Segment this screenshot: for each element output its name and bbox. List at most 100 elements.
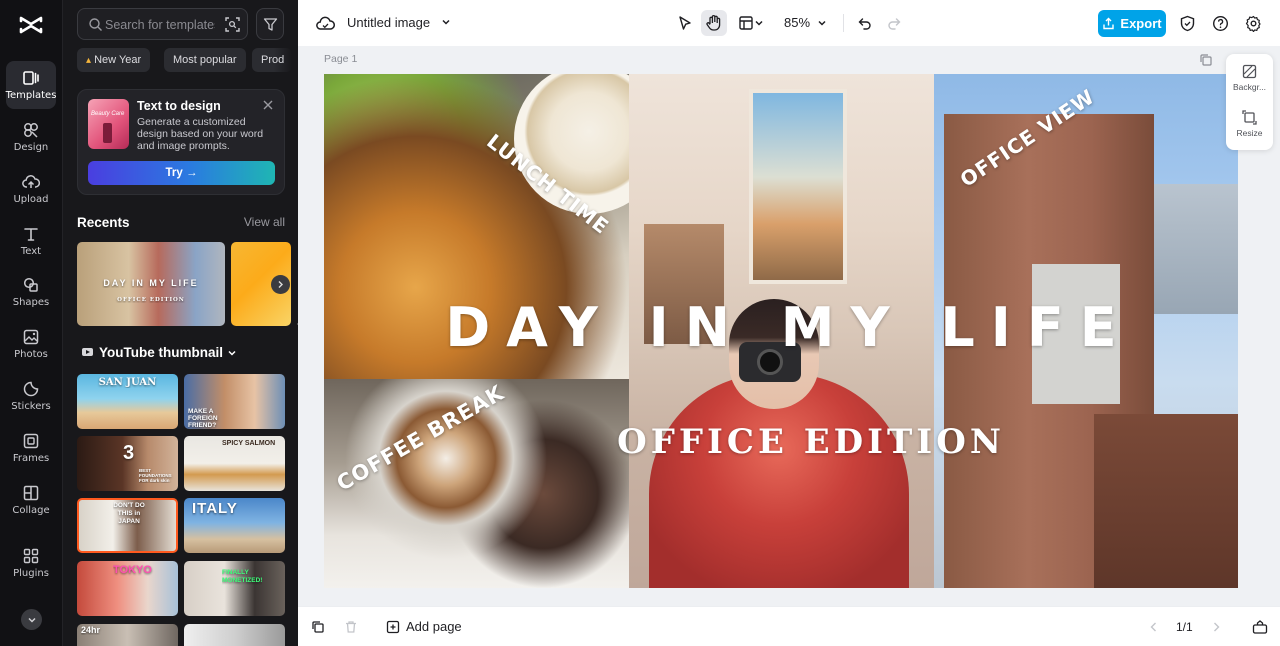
add-page-button[interactable]: Add page bbox=[386, 619, 462, 634]
template-tile[interactable]: MAKE A FOREIGN FRIEND? bbox=[184, 374, 285, 429]
resize-tool[interactable]: Resize bbox=[1226, 110, 1273, 138]
rail-item-frames[interactable]: Frames bbox=[6, 424, 56, 472]
template-caption: 3 bbox=[123, 442, 135, 464]
category-dropdown[interactable]: YouTube thumbnail bbox=[99, 345, 237, 360]
search-input[interactable]: Search for templates bbox=[105, 18, 215, 32]
stickers-icon bbox=[23, 381, 39, 397]
rail-item-templates[interactable]: Templates bbox=[6, 61, 56, 109]
template-tile[interactable]: SAN JUAN bbox=[77, 374, 178, 429]
promo-description: Generate a customized design based on yo… bbox=[137, 116, 264, 152]
subheadline-text[interactable]: OFFICE EDITION bbox=[324, 422, 1238, 462]
category-title: YouTube thumbnail bbox=[99, 345, 223, 360]
document-title[interactable]: Untitled image bbox=[347, 15, 451, 30]
rail-item-design[interactable]: Design bbox=[6, 113, 56, 161]
undo-button[interactable] bbox=[855, 13, 875, 33]
background-tool[interactable]: Backgr... bbox=[1226, 64, 1273, 92]
chevron-down-icon bbox=[442, 19, 450, 25]
hand-tool-button[interactable] bbox=[701, 10, 727, 36]
template-caption: 24hr bbox=[81, 625, 101, 635]
rail-item-shapes[interactable]: Shapes bbox=[6, 268, 56, 316]
template-tile[interactable]: SPICY SALMON bbox=[184, 436, 285, 491]
gear-icon bbox=[1245, 15, 1261, 32]
rail-item-label: Collage bbox=[12, 505, 50, 516]
shield-icon bbox=[1180, 15, 1194, 31]
template-caption: DON'T DO THIS in JAPAN bbox=[113, 502, 145, 525]
template-tile[interactable] bbox=[184, 624, 285, 646]
pages-panel-icon[interactable] bbox=[1252, 619, 1268, 635]
frames-icon bbox=[23, 433, 39, 449]
recents-next-button[interactable] bbox=[271, 275, 290, 294]
export-icon bbox=[1103, 17, 1115, 30]
template-caption: MAKE A FOREIGN FRIEND? bbox=[188, 408, 218, 429]
plugins-icon bbox=[23, 548, 39, 564]
filter-button[interactable] bbox=[256, 8, 284, 40]
chip-label: Prod bbox=[261, 54, 285, 66]
redo-icon bbox=[888, 18, 901, 30]
layout-dropdown[interactable] bbox=[753, 13, 765, 33]
search-icon bbox=[89, 18, 102, 31]
add-page-label: Add page bbox=[406, 619, 462, 634]
photos-icon bbox=[23, 329, 39, 345]
filter-icon bbox=[263, 17, 277, 31]
chip-prod[interactable]: Prod bbox=[252, 48, 292, 72]
chevron-down-icon bbox=[755, 20, 763, 26]
export-label: Export bbox=[1120, 16, 1162, 31]
recent-template-day-in-my-life[interactable]: DAY IN MY LIFE OFFICE EDITION bbox=[77, 242, 225, 326]
rail-item-plugins[interactable]: Plugins bbox=[6, 539, 56, 587]
rail-item-collage[interactable]: Collage bbox=[6, 476, 56, 524]
collage-icon bbox=[23, 485, 39, 501]
previous-page-icon[interactable] bbox=[1148, 621, 1160, 633]
rail-item-text[interactable]: Text bbox=[6, 217, 56, 265]
template-tile[interactable]: ITALY bbox=[184, 498, 285, 553]
duplicate-page-icon[interactable] bbox=[1199, 53, 1213, 67]
redo-button[interactable] bbox=[884, 13, 904, 33]
shield-button[interactable] bbox=[1177, 13, 1197, 33]
resize-icon bbox=[1242, 110, 1257, 125]
template-tile[interactable]: 3 BEST FOUNDATIONS FOR dark skin bbox=[77, 436, 178, 491]
rail-more-button[interactable] bbox=[21, 609, 42, 630]
help-button[interactable] bbox=[1210, 13, 1230, 33]
select-tool-button[interactable] bbox=[675, 13, 695, 33]
artboard[interactable]: LUNCH TIME COFFEE BREAK OFFICE VIEW DAY … bbox=[324, 74, 1238, 588]
close-icon[interactable] bbox=[262, 99, 274, 111]
rail-item-photos[interactable]: Photos bbox=[6, 320, 56, 368]
rail-item-label: Upload bbox=[13, 194, 49, 205]
rail-item-label: Templates bbox=[5, 90, 57, 101]
template-search[interactable]: Search for templates bbox=[77, 8, 248, 40]
party-icon: ▴ bbox=[86, 55, 92, 66]
help-icon bbox=[1212, 15, 1228, 31]
zoom-level[interactable]: 85% bbox=[784, 15, 810, 30]
capcut-logo-icon[interactable] bbox=[18, 12, 44, 38]
view-all-link[interactable]: View all bbox=[244, 215, 285, 229]
rail-item-label: Frames bbox=[12, 453, 50, 464]
cloud-save-icon[interactable] bbox=[315, 13, 335, 33]
zoom-dropdown[interactable] bbox=[816, 13, 828, 33]
template-tile[interactable]: FINALLY MONETIZED! bbox=[184, 561, 285, 616]
hand-icon bbox=[706, 15, 721, 31]
rail-item-label: Stickers bbox=[11, 401, 51, 412]
template-caption: TOKYO bbox=[113, 564, 152, 576]
toolbar-divider bbox=[843, 14, 844, 32]
rail-item-upload[interactable]: Upload bbox=[6, 165, 56, 213]
rail-item-stickers[interactable]: Stickers bbox=[6, 372, 56, 420]
trash-icon[interactable] bbox=[344, 620, 358, 634]
next-page-icon[interactable] bbox=[1210, 621, 1222, 633]
chip-most-popular[interactable]: Most popular bbox=[164, 48, 246, 72]
canvas-area[interactable]: Page 1 LUNCH TIME COFFEE BREAK OFFICE VI… bbox=[298, 46, 1280, 606]
chip-label: New Year bbox=[94, 54, 142, 66]
template-tile[interactable]: DON'T DO THIS in JAPAN bbox=[77, 498, 178, 553]
headline-text[interactable]: DAY IN MY LIFE bbox=[324, 296, 1238, 359]
settings-button[interactable] bbox=[1243, 13, 1263, 33]
copy-page-icon[interactable] bbox=[311, 620, 325, 634]
poster-shape bbox=[749, 89, 847, 284]
image-search-icon[interactable] bbox=[224, 16, 241, 33]
recents-title: Recents bbox=[77, 215, 130, 230]
chevron-down-icon bbox=[228, 350, 236, 356]
glass-building-shape bbox=[1154, 184, 1238, 314]
template-tile[interactable]: TOKYO bbox=[77, 561, 178, 616]
export-button[interactable]: Export bbox=[1098, 10, 1166, 37]
chip-new-year[interactable]: ▴ New Year bbox=[77, 48, 151, 72]
try-button[interactable]: Try → bbox=[88, 161, 275, 185]
editor-app: Templates Design Upload Text Shapes Phot… bbox=[0, 0, 1280, 646]
template-tile[interactable]: 24hr bbox=[77, 624, 178, 646]
